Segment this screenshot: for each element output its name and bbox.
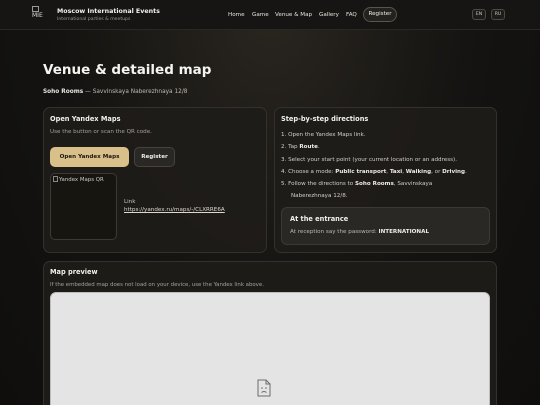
brand-title[interactable]: Moscow International Events: [57, 8, 160, 15]
site-header: MIE Moscow International Events Internat…: [0, 0, 540, 30]
step-3: 3. Select your start point (your current…: [281, 156, 458, 163]
map-preview-title: Map preview: [50, 268, 98, 276]
nav-gallery[interactable]: Gallery: [319, 12, 339, 18]
lang-ru-button[interactable]: RU: [491, 9, 505, 20]
nav-home[interactable]: Home: [228, 12, 245, 18]
entrance-title: At the entrance: [290, 215, 349, 223]
yandex-link[interactable]: https://yandex.ru/maps/-/CLXRRE6A: [124, 207, 225, 213]
nav-faq[interactable]: FAQ: [346, 12, 357, 18]
nav-game[interactable]: Game: [252, 12, 269, 18]
venue-name: Soho Rooms: [43, 89, 84, 95]
broken-page-icon: [257, 379, 271, 397]
lang-en-button[interactable]: EN: [472, 9, 486, 20]
page-title: Venue & detailed map: [43, 62, 212, 78]
step-1: 1. Open the Yandex Maps link.: [281, 132, 366, 138]
entrance-text: At reception say the password: INTERNATI…: [290, 229, 430, 235]
step-5-cont: Naberezhnaya 12/8.: [291, 193, 348, 200]
embedded-map-frame[interactable]: [50, 292, 490, 405]
open-yandex-maps-button[interactable]: Open Yandex Maps: [50, 147, 129, 167]
logo[interactable]: MIE: [32, 6, 48, 24]
step-4: 4. Choose a mode: Public transport, Taxi…: [281, 168, 467, 175]
logo-alt-text: MIE: [32, 12, 43, 19]
entrance-box: At the entrance At reception say the pas…: [281, 207, 490, 245]
directions-title: Step-by-step directions: [281, 115, 369, 123]
qr-alt-text: Yandex Maps QR: [59, 177, 104, 183]
map-preview-note: If the embedded map does not load on you…: [50, 282, 264, 288]
step-2: 2. Tap Route.: [281, 144, 320, 151]
broken-image-icon: [53, 176, 58, 182]
venue-address: Soho Rooms — Savvinskaya Naberezhnaya 12…: [43, 89, 187, 95]
nav-venue-map[interactable]: Venue & Map: [275, 12, 312, 18]
directions-steps: 1. Open the Yandex Maps link. 2. Tap Rou…: [281, 129, 467, 203]
card-register-button[interactable]: Register: [134, 147, 175, 167]
brand-subtitle: International parties & meetups: [57, 17, 131, 22]
qr-code-image: Yandex Maps QR: [50, 173, 117, 240]
link-label: Link: [124, 199, 136, 205]
venue-street: — Savvinskaya Naberezhnaya 12/8: [83, 89, 188, 95]
yandex-card-description: Use the button or scan the QR code.: [50, 129, 152, 135]
step-5: 5. Follow the directions to Soho Rooms, …: [281, 181, 433, 188]
entrance-password: INTERNATIONAL: [378, 229, 430, 235]
register-button[interactable]: Register: [363, 7, 397, 22]
yandex-card-title: Open Yandex Maps: [50, 115, 121, 123]
